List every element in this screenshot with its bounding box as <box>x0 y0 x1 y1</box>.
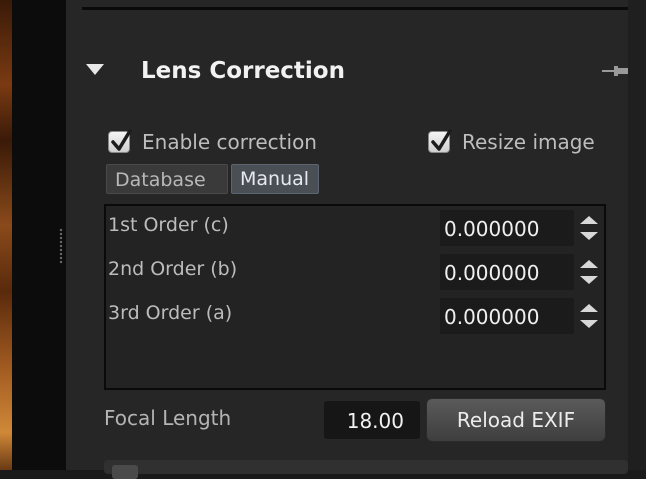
checkmark-icon <box>111 129 132 151</box>
enable-correction-checkbox[interactable] <box>108 129 132 153</box>
photo-edge-preview <box>0 0 12 470</box>
next-section-row <box>104 460 628 474</box>
resize-image-option[interactable]: Resize image <box>428 128 595 156</box>
coefficient-table: 1st Order (c) 0.000000 2nd Order (b) 0.0… <box>104 204 606 390</box>
resize-image-label: Resize image <box>462 130 595 154</box>
stepper-icon[interactable] <box>574 210 604 246</box>
coefficient-value: 0.000000 <box>444 261 540 285</box>
coefficient-label: 3rd Order (a) <box>108 302 233 324</box>
panel-resize-grip-icon[interactable] <box>58 228 64 264</box>
tab-database[interactable]: Database <box>106 164 228 194</box>
section-divider <box>82 7 628 10</box>
stepper-icon[interactable] <box>574 298 604 334</box>
coefficient-row-b: 2nd Order (b) 0.000000 <box>106 252 604 292</box>
coefficient-value: 0.000000 <box>444 305 540 329</box>
coefficient-b-field[interactable]: 0.000000 <box>440 254 574 290</box>
enable-correction-option[interactable]: Enable correction <box>108 128 317 156</box>
enable-correction-label: Enable correction <box>142 130 317 154</box>
coefficient-row-c: 1st Order (c) 0.000000 <box>106 208 604 248</box>
coefficient-label: 1st Order (c) <box>108 214 229 236</box>
tab-manual[interactable]: Manual <box>231 164 319 194</box>
resize-image-checkbox[interactable] <box>428 129 452 153</box>
coefficient-row-a: 3rd Order (a) 0.000000 <box>106 296 604 336</box>
pin-icon[interactable] <box>600 64 630 78</box>
focal-length-value: 18.00 <box>346 409 404 433</box>
panel-scroll-edge <box>628 0 646 470</box>
triangle-down-icon[interactable] <box>86 64 104 75</box>
stepper-icon[interactable] <box>574 254 604 290</box>
focal-length-label: Focal Length <box>104 406 232 430</box>
section-title: Lens Correction <box>141 58 345 84</box>
reload-exif-button[interactable]: Reload EXIF <box>426 398 606 442</box>
coefficient-value: 0.000000 <box>444 217 540 241</box>
coefficient-a-field[interactable]: 0.000000 <box>440 298 574 334</box>
coefficient-c-field[interactable]: 0.000000 <box>440 210 574 246</box>
checkmark-icon <box>431 129 452 151</box>
coefficient-label: 2nd Order (b) <box>108 258 238 280</box>
next-section-checkbox[interactable] <box>112 465 138 479</box>
focal-length-field[interactable]: 18.00 <box>324 401 420 439</box>
